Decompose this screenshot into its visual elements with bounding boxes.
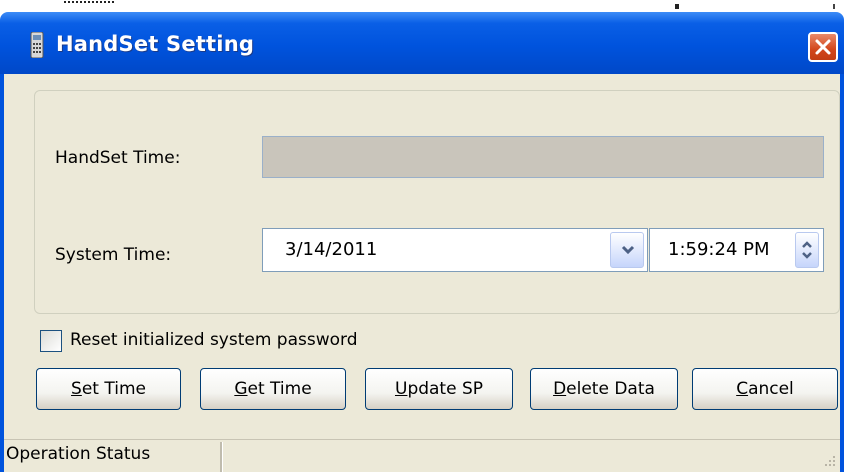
status-divider [220, 442, 223, 472]
time-spin-button[interactable] [795, 232, 819, 268]
set-time-label: et Time [81, 379, 146, 399]
system-time-label: System Time: [55, 245, 172, 265]
get-time-button[interactable]: Get Time [200, 368, 346, 410]
get-time-mnemonic: G [234, 379, 248, 399]
delete-data-label: elete Data [566, 379, 655, 399]
reset-password-label[interactable]: Reset initialized system password [70, 330, 358, 350]
system-time-picker[interactable]: 1:59:24 PM [649, 228, 824, 272]
cancel-button[interactable]: Cancel [692, 368, 838, 410]
update-sp-label: pdate SP [407, 379, 484, 399]
reset-password-checkbox[interactable] [40, 330, 62, 352]
delete-data-mnemonic: D [553, 379, 567, 399]
get-time-label: et Time [247, 379, 312, 399]
update-sp-mnemonic: U [394, 379, 408, 399]
background-window-strip [0, 0, 844, 12]
background-dots [64, 1, 114, 6]
cancel-mnemonic: C [736, 379, 749, 399]
cancel-label: ancel [748, 379, 794, 399]
set-time-button[interactable]: Set Time [36, 368, 181, 410]
status-bar: Operation Status [4, 439, 840, 472]
resize-grip-icon[interactable] [822, 452, 836, 471]
handset-time-field [262, 136, 824, 178]
system-date-picker[interactable]: 3/14/2011 [262, 228, 648, 272]
system-time-value: 1:59:24 PM [668, 239, 770, 260]
handset-icon [30, 31, 44, 59]
window-title: HandSet Setting [56, 32, 255, 56]
background-mark [833, 4, 835, 9]
background-mark [675, 4, 679, 9]
dialog-body: HandSet Time: System Time: 3/14/2011 1:5… [0, 74, 844, 472]
system-date-value: 3/14/2011 [285, 239, 378, 260]
handset-setting-dialog: HandSet Setting HandSet Time: System Tim… [0, 12, 844, 472]
handset-time-label: HandSet Time: [55, 148, 181, 168]
delete-data-button[interactable]: Delete Data [530, 368, 678, 410]
close-button[interactable] [808, 32, 838, 62]
update-sp-button[interactable]: Update SP [365, 368, 513, 410]
operation-status-text: Operation Status [6, 444, 151, 464]
set-time-mnemonic: S [71, 379, 82, 399]
time-group-box [34, 90, 840, 314]
title-bar[interactable]: HandSet Setting [0, 12, 844, 74]
date-dropdown-button[interactable] [610, 232, 644, 268]
